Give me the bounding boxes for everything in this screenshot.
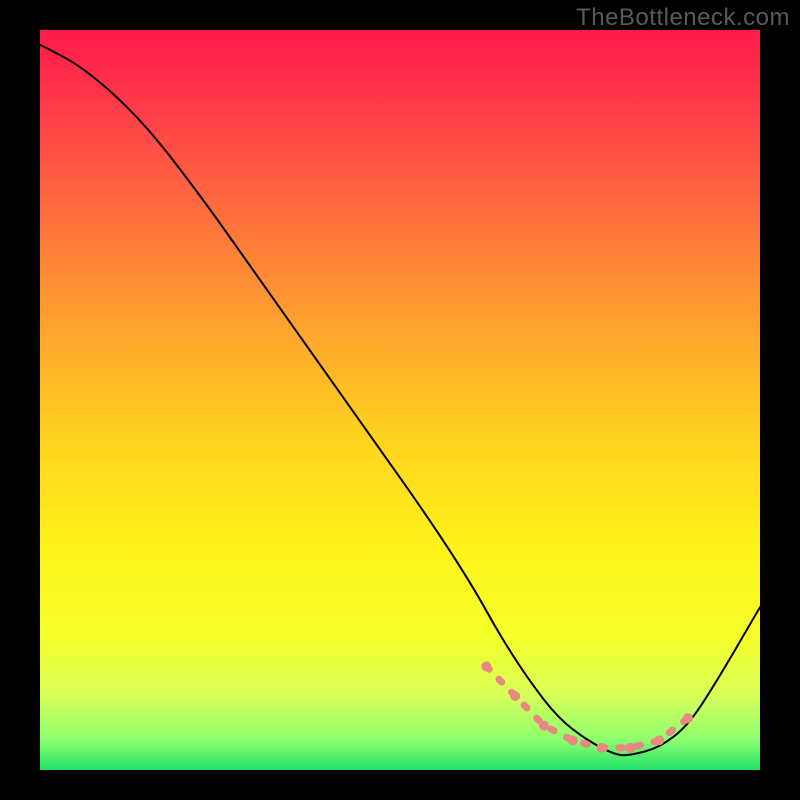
gradient-rect [40, 30, 760, 770]
watermark-text: TheBottleneck.com [576, 4, 790, 32]
plot-area [40, 30, 760, 770]
chart-frame: TheBottleneck.com [0, 0, 800, 800]
chart-svg [40, 30, 760, 770]
